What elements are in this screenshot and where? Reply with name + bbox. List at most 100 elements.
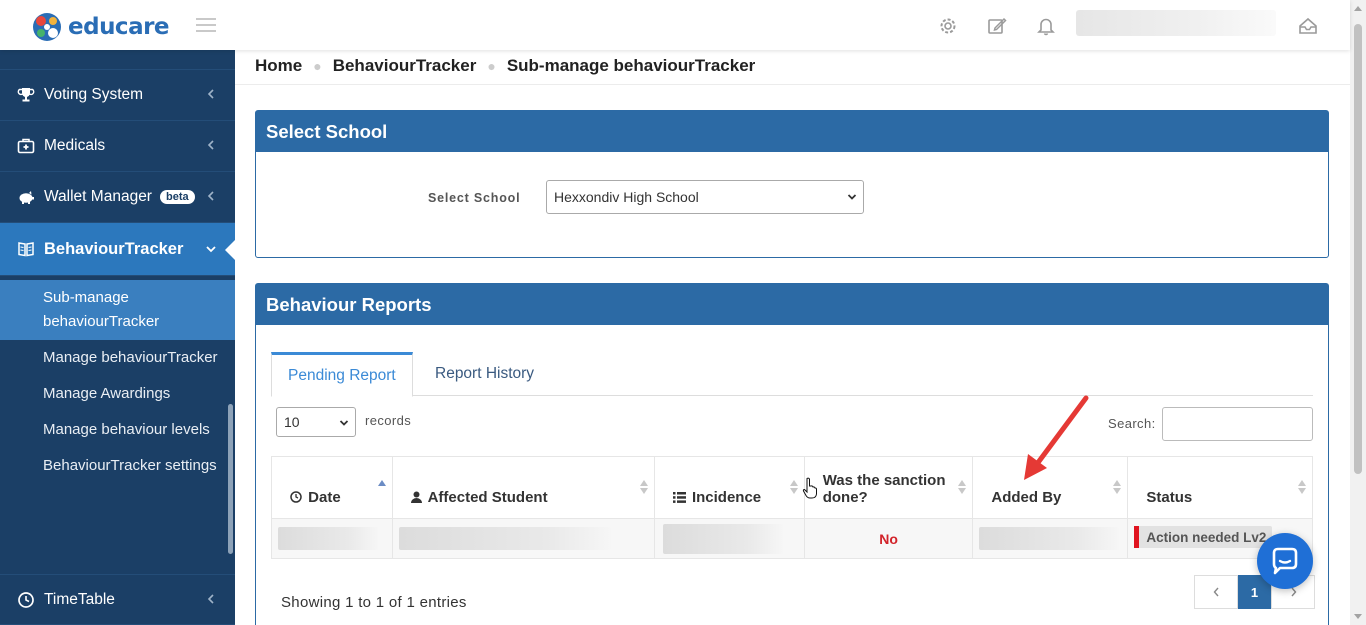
sidebar-item-label: BehaviourTracker xyxy=(44,239,184,258)
search-label: Search: xyxy=(1108,416,1156,431)
sidebar-item-label: Voting System xyxy=(44,86,144,103)
submenu-item-manage-behaviourtracker[interactable]: Manage behaviourTracker xyxy=(0,340,235,376)
column-header-status[interactable]: Status xyxy=(1127,456,1313,519)
active-indicator xyxy=(225,239,235,261)
sidebar-item-label: Wallet Manager xyxy=(44,188,152,205)
table-row[interactable]: No Action needed Lv2 xyxy=(271,518,1313,559)
tab-pending-report[interactable]: Pending Report xyxy=(271,352,413,397)
cell-sanction-done: No xyxy=(803,518,974,559)
column-header-affected-student[interactable]: Affected Student xyxy=(391,456,655,519)
user-icon xyxy=(410,491,422,503)
menu-toggle-icon[interactable] xyxy=(196,18,216,32)
educare-logo[interactable]: educare xyxy=(32,12,170,42)
book-icon xyxy=(18,242,34,257)
sidebar-item-partial[interactable] xyxy=(0,50,235,70)
cell-affected-student xyxy=(391,518,655,559)
beta-badge: beta xyxy=(159,190,195,204)
blurred-value xyxy=(662,523,783,554)
piggy-bank-icon xyxy=(19,191,34,204)
cell-added-by xyxy=(972,518,1129,559)
sort-both-icon xyxy=(639,480,648,494)
app-name: educare xyxy=(68,14,170,40)
panel-title: Behaviour Reports xyxy=(256,284,1328,325)
chat-bubble-icon xyxy=(1272,547,1298,575)
sidebar-item-label: Medicals xyxy=(44,137,106,154)
column-header-label: Was the sanction done? xyxy=(822,472,946,506)
sidebar-item-medicals[interactable]: Medicals xyxy=(0,121,235,172)
status-badge: Action needed Lv2 xyxy=(1134,526,1273,548)
cell-date xyxy=(271,518,393,559)
submenu-item-manage-behaviour-levels[interactable]: Manage behaviour levels xyxy=(0,412,235,448)
submenu-item-manage-awardings[interactable]: Manage Awardings xyxy=(0,376,235,412)
main-content: Home ● BehaviourTracker ● Sub-manage beh… xyxy=(235,50,1350,625)
tab-report-history[interactable]: Report History xyxy=(419,352,550,396)
chevron-left-icon xyxy=(207,191,214,201)
gear-icon[interactable] xyxy=(938,16,958,36)
column-header-label: Affected Student xyxy=(427,489,548,506)
logo-icon xyxy=(33,13,61,41)
blurred-value xyxy=(398,527,611,550)
column-header-label: Added By xyxy=(991,489,1062,506)
blurred-value xyxy=(979,527,1120,550)
scroll-down-icon[interactable] xyxy=(1354,614,1362,619)
search-input[interactable] xyxy=(1162,407,1313,441)
school-select[interactable]: Hexxondiv High School xyxy=(546,180,864,214)
submenu-item-sub-manage[interactable]: Sub-manage behaviourTracker xyxy=(0,280,235,340)
sidebar-item-timetable[interactable]: TimeTable xyxy=(0,574,235,625)
table-info: Showing 1 to 1 of 1 entries xyxy=(281,594,467,611)
clock-icon xyxy=(18,591,34,608)
breadcrumb-separator: ● xyxy=(487,58,496,74)
records-per-page-select[interactable]: 10 xyxy=(276,407,356,437)
hand-cursor-icon xyxy=(802,477,817,499)
column-header-date[interactable]: Date xyxy=(271,456,393,519)
column-header-incidence[interactable]: Incidence xyxy=(653,456,805,519)
bell-icon[interactable] xyxy=(1036,16,1056,36)
records-label: records xyxy=(365,413,412,428)
sort-asc-icon xyxy=(377,480,386,486)
sort-both-icon xyxy=(1298,480,1306,494)
cell-incidence xyxy=(653,518,805,559)
breadcrumb-home[interactable]: Home xyxy=(255,56,302,76)
submenu-item-behaviourtracker-settings[interactable]: BehaviourTracker settings xyxy=(0,448,235,484)
sort-both-icon xyxy=(958,480,967,494)
chat-button[interactable] xyxy=(1257,533,1313,589)
blurred-value xyxy=(278,527,378,550)
pagination-previous[interactable] xyxy=(1194,575,1238,609)
clock-icon xyxy=(290,491,302,503)
column-header-label: Status xyxy=(1146,489,1193,506)
sidebar-item-wallet-manager[interactable]: Wallet Manager beta xyxy=(0,172,235,223)
scroll-up-icon[interactable] xyxy=(1354,6,1362,11)
records-per-page-value: 10 xyxy=(284,414,300,430)
sidebar: Voting System Medicals Wallet Manager be… xyxy=(0,50,235,625)
reports-table: Date Affected Student Incidence Was the … xyxy=(271,456,1313,559)
inbox-icon[interactable] xyxy=(1298,16,1318,36)
chevron-left-icon xyxy=(207,140,214,150)
sidebar-scrollbar[interactable] xyxy=(228,404,233,554)
sidebar-item-behaviourtracker[interactable]: BehaviourTracker xyxy=(0,223,235,276)
behaviourtracker-submenu: Sub-manage behaviourTracker Manage behav… xyxy=(0,276,235,484)
edit-icon[interactable] xyxy=(987,16,1007,36)
sort-both-icon xyxy=(1113,480,1122,494)
sidebar-item-voting-system[interactable]: Voting System xyxy=(0,70,235,121)
page-scrollbar[interactable] xyxy=(1350,0,1366,625)
top-navbar: educare xyxy=(0,0,1350,50)
trophy-icon xyxy=(17,88,35,102)
chevron-down-icon xyxy=(339,420,349,426)
panel-title: Select School xyxy=(256,111,1328,152)
breadcrumb-separator: ● xyxy=(313,58,322,74)
user-profile-blurred[interactable] xyxy=(1076,10,1276,36)
column-header-label: Incidence xyxy=(691,489,762,506)
breadcrumb-behaviourtracker[interactable]: BehaviourTracker xyxy=(333,56,477,76)
chevron-down-icon xyxy=(847,194,857,200)
chevron-down-icon xyxy=(206,246,216,253)
list-icon xyxy=(672,492,686,503)
status-label: Action needed Lv2 xyxy=(1146,529,1267,545)
chevron-left-icon xyxy=(207,594,214,604)
chevron-right-icon xyxy=(1290,587,1296,597)
sidebar-item-label: TimeTable xyxy=(44,590,115,608)
column-header-sanction-done[interactable]: Was the sanction done? xyxy=(803,456,974,519)
scrollbar-thumb[interactable] xyxy=(1354,24,1362,474)
report-tabs: Pending Report Report History xyxy=(271,352,1313,397)
breadcrumb-current: Sub-manage behaviourTracker xyxy=(506,56,756,75)
sort-both-icon xyxy=(789,480,798,494)
